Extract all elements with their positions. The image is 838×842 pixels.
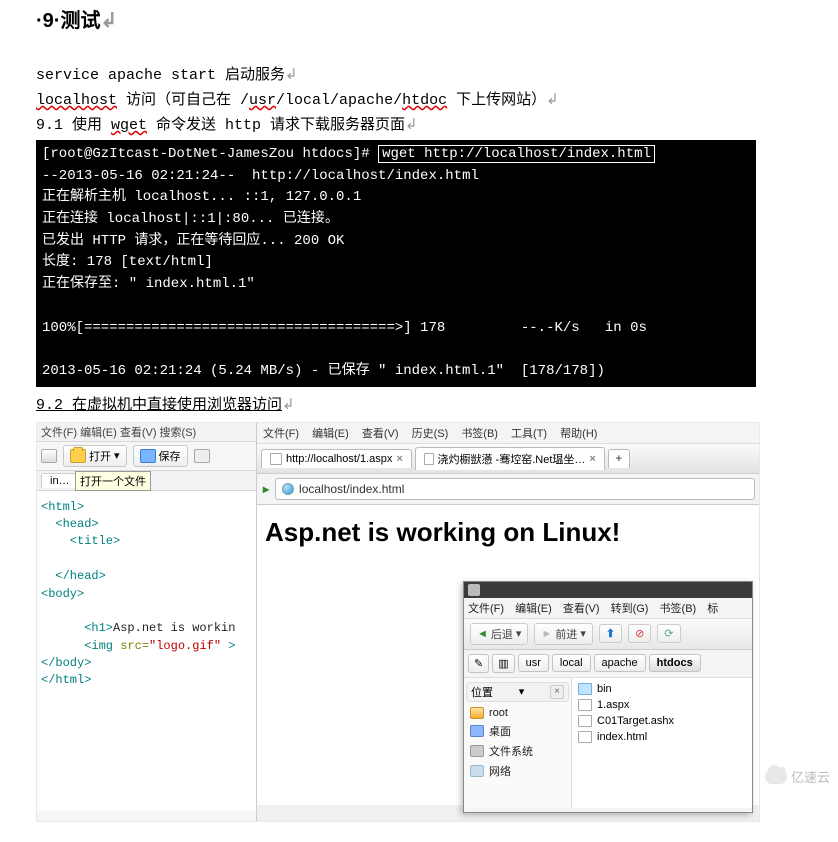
save-icon <box>140 449 156 463</box>
doc-line-service: service apache start 启动服务↲ <box>36 63 802 84</box>
cloud-icon <box>765 770 787 784</box>
place-desktop[interactable]: 桌面 <box>466 721 569 741</box>
fm-breadcrumbs: ✎ ▥ usr local apache htdocs <box>464 650 752 678</box>
list-item[interactable]: index.html <box>574 729 750 745</box>
file-icon <box>578 731 592 743</box>
forward-button[interactable]: 前进 ▾ <box>534 623 592 645</box>
browser-tab-2[interactable]: 浇灼櫉獃懣 -骞埪窑.Net瑥坐… × <box>415 447 605 470</box>
new-file-icon[interactable] <box>41 449 57 463</box>
crumb-htdocs[interactable]: htdocs <box>649 654 701 672</box>
place-filesystem[interactable]: 文件系统 <box>466 741 569 761</box>
file-manager-window: 文件(F) 编辑(E) 查看(V) 转到(G) 书签(B) 标 后退 ▾ 前进 … <box>463 581 753 813</box>
watermark: 亿速云 <box>765 767 830 786</box>
open-tooltip: 打开一个文件 <box>75 471 151 491</box>
close-icon[interactable]: × <box>396 453 402 465</box>
folder-icon <box>578 683 592 695</box>
edit-path-icon[interactable]: ✎ <box>468 654 489 673</box>
page-heading: Asp.net is working on Linux! <box>265 517 753 548</box>
back-button[interactable]: 后退 ▾ <box>470 623 528 645</box>
browser-tabs: http://localhost/1.aspx × 浇灼櫉獃懣 -骞埪窑.Net… <box>257 444 760 474</box>
globe-icon <box>282 483 294 495</box>
browser-tab-1[interactable]: http://localhost/1.aspx × <box>261 449 412 468</box>
browser-menubar[interactable]: 文件(F) 编辑(E) 查看(V) 历史(S) 书签(B) 工具(T) 帮助(H… <box>257 423 760 444</box>
page-icon <box>270 453 282 465</box>
terminal-command: wget http://localhost/index.html <box>378 145 655 163</box>
close-icon[interactable]: × <box>589 453 595 465</box>
stop-icon[interactable]: ⊘ <box>628 624 651 643</box>
folder-open-icon <box>70 449 86 463</box>
editor-code-area[interactable]: <html> <head> <title> </head> <body> <h1… <box>37 491 256 811</box>
terminal-output: [root@GzItcast-DotNet-JamesZou htdocs]# … <box>36 140 756 387</box>
drive-icon <box>470 745 484 757</box>
drive-icon[interactable]: ▥ <box>492 654 514 673</box>
section-heading: ·9·测试↲ <box>36 4 802 33</box>
file-icon <box>578 699 592 711</box>
home-icon <box>470 707 484 719</box>
page-icon <box>424 453 434 465</box>
place-network[interactable]: 网络 <box>466 761 569 781</box>
crumb-local[interactable]: local <box>552 654 591 672</box>
composite-screenshot: 文件(F) 编辑(E) 查看(V) 搜索(S) 打开 ▾ 保存 打开一个文件 i… <box>36 422 760 822</box>
doc-line-9-2: 9.2 在虚拟机中直接使用浏览器访问↲ <box>36 393 802 414</box>
go-forward-icon[interactable]: ▸ <box>263 482 269 496</box>
fm-file-list: bin 1.aspx C01Target.ashx index.html <box>572 678 752 808</box>
fm-nav-toolbar: 后退 ▾ 前进 ▾ ⬆ ⊘ ⟳ <box>464 619 752 650</box>
text-editor-window: 文件(F) 编辑(E) 查看(V) 搜索(S) 打开 ▾ 保存 打开一个文件 i… <box>37 423 257 822</box>
crumb-apache[interactable]: apache <box>594 654 646 672</box>
print-icon[interactable] <box>194 449 210 463</box>
reload-icon[interactable]: ⟳ <box>657 624 680 643</box>
fm-menubar[interactable]: 文件(F) 编辑(E) 查看(V) 转到(G) 书签(B) 标 <box>464 598 752 619</box>
editor-toolbar: 打开 ▾ 保存 <box>37 442 256 471</box>
open-button[interactable]: 打开 ▾ <box>63 445 127 467</box>
up-icon[interactable]: ⬆ <box>599 624 622 643</box>
save-button[interactable]: 保存 <box>133 445 188 467</box>
doc-line-9-1: 9.1 使用 wget 命令发送 http 请求下载服务器页面↲ <box>36 113 802 134</box>
list-item[interactable]: 1.aspx <box>574 697 750 713</box>
url-input[interactable]: localhost/index.html <box>275 478 755 500</box>
fm-titlebar[interactable] <box>464 582 752 598</box>
crumb-usr[interactable]: usr <box>518 654 549 672</box>
file-icon <box>578 715 592 727</box>
new-tab-button[interactable]: + <box>608 449 630 468</box>
editor-menubar[interactable]: 文件(F) 编辑(E) 查看(V) 搜索(S) <box>37 423 256 442</box>
browser-address-bar: ▸ localhost/index.html <box>257 474 760 505</box>
folder-icon <box>468 584 480 596</box>
place-root[interactable]: root <box>466 705 569 721</box>
places-header: 位置 <box>471 684 493 700</box>
network-icon <box>470 765 484 777</box>
doc-line-localhost: localhost 访问（可自己在 /usr/local/apache/htdo… <box>36 88 802 109</box>
close-panel-icon[interactable]: × <box>550 685 564 699</box>
fm-places-panel: 位置▾ × root 桌面 文件系统 网络 <box>464 678 572 808</box>
list-item[interactable]: bin <box>574 681 750 697</box>
desktop-icon <box>470 725 484 737</box>
editor-tab[interactable]: in… <box>41 473 79 488</box>
list-item[interactable]: C01Target.ashx <box>574 713 750 729</box>
